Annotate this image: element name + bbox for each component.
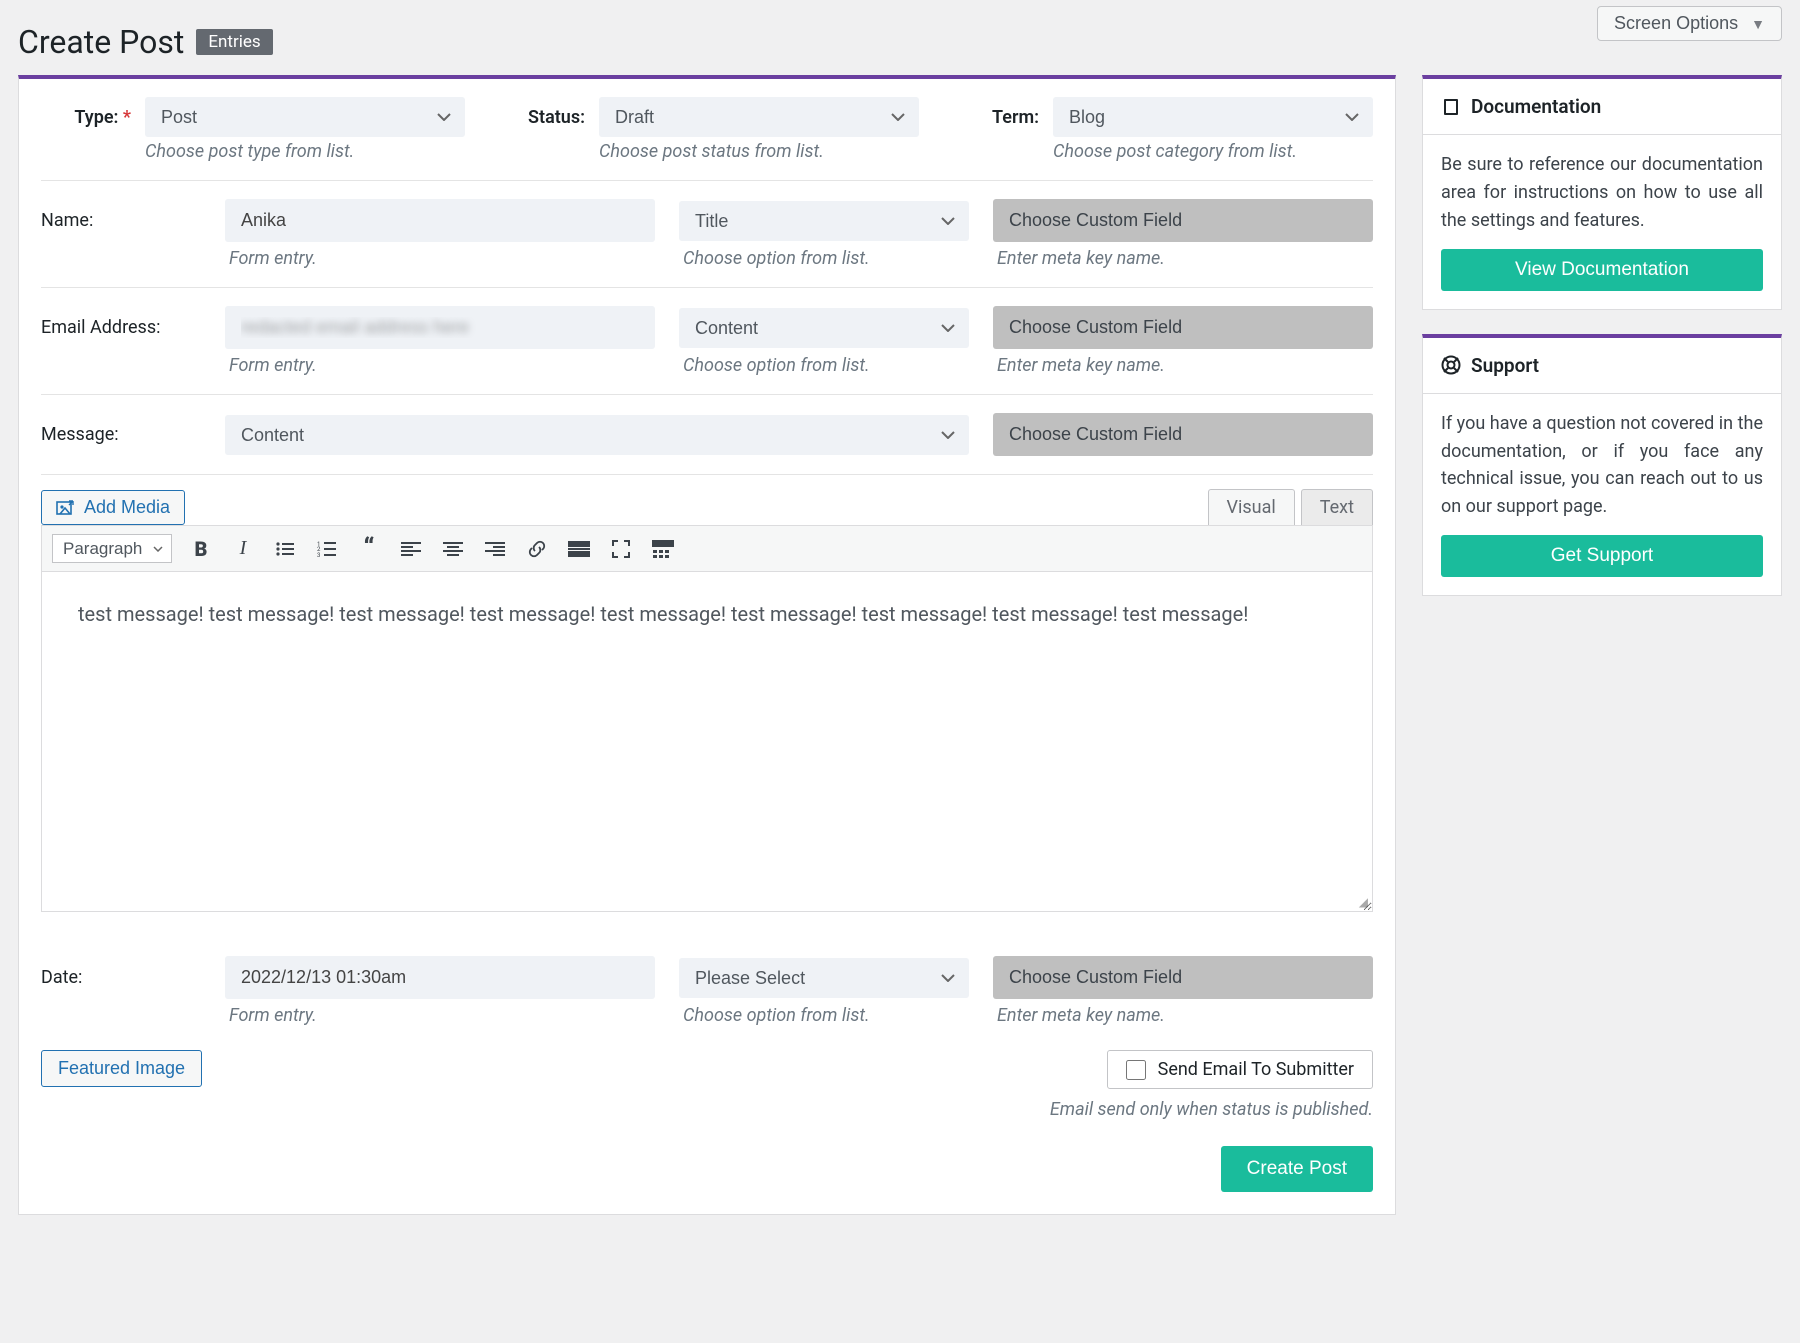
media-icon [56,499,76,517]
name-label: Name: [41,210,201,231]
entries-badge[interactable]: Entries [196,29,272,55]
type-label: Type: * [41,107,131,128]
term-hint: Choose post category from list. [949,141,1373,162]
book-icon [1441,97,1461,117]
date-hint-2: Choose option from list. [679,1005,969,1026]
name-hint-2: Choose option from list. [679,248,969,269]
term-label: Term: [949,107,1039,128]
view-documentation-button[interactable]: View Documentation [1441,249,1763,291]
documentation-panel: Documentation Be sure to reference our d… [1422,75,1782,310]
name-custom-field[interactable] [993,199,1373,242]
quote-icon[interactable]: “ [356,536,382,562]
align-left-icon[interactable] [398,536,424,562]
support-text: If you have a question not covered in th… [1441,410,1763,522]
chevron-down-icon: ▼ [1751,16,1765,32]
message-option-select[interactable]: Content [225,415,969,455]
bold-icon[interactable]: B [188,536,214,562]
align-right-icon[interactable] [482,536,508,562]
email-input[interactable] [225,306,655,349]
add-media-button[interactable]: Add Media [41,490,185,525]
screen-options-label: Screen Options [1614,13,1738,33]
resize-handle-icon[interactable]: ◢ [1359,895,1368,909]
date-option-select[interactable]: Please Select [679,958,969,998]
support-panel: Support If you have a question not cover… [1422,334,1782,597]
bullet-list-icon[interactable] [272,536,298,562]
message-custom-field[interactable] [993,413,1373,456]
tab-text[interactable]: Text [1301,489,1373,525]
editor-content[interactable]: test message! test message! test message… [41,572,1373,912]
name-input[interactable] [225,199,655,242]
italic-icon[interactable]: I [230,536,256,562]
date-hint-1: Form entry. [225,1005,655,1026]
featured-image-button[interactable]: Featured Image [41,1050,202,1087]
link-icon[interactable] [524,536,550,562]
date-label: Date: [41,967,201,988]
screen-options-button[interactable]: Screen Options ▼ [1597,6,1782,41]
send-email-checkbox[interactable]: Send Email To Submitter [1107,1050,1373,1089]
email-hint-3: Enter meta key name. [993,355,1373,376]
get-support-button[interactable]: Get Support [1441,535,1763,577]
toolbar-toggle-icon[interactable] [650,536,676,562]
status-select[interactable]: Draft [599,97,919,137]
svg-text:3: 3 [317,552,320,558]
fullscreen-icon[interactable] [608,536,634,562]
email-hint-2: Choose option from list. [679,355,969,376]
name-option-select[interactable]: Title [679,201,969,241]
documentation-text: Be sure to reference our documentation a… [1441,151,1763,235]
name-hint-1: Form entry. [225,248,655,269]
align-center-icon[interactable] [440,536,466,562]
main-panel: Type: * Post Status: Draft Term: Blog Ch… [18,75,1396,1215]
term-select[interactable]: Blog [1053,97,1373,137]
paragraph-select[interactable]: Paragraph [52,534,172,563]
message-label: Message: [41,424,201,445]
date-hint-3: Enter meta key name. [993,1005,1373,1026]
lifebuoy-icon [1441,355,1461,375]
email-option-select[interactable]: Content [679,308,969,348]
create-post-button[interactable]: Create Post [1221,1146,1373,1192]
editor-toolbar: Paragraph B I 123 “ [41,525,1373,572]
date-input[interactable] [225,956,655,999]
send-email-input[interactable] [1126,1060,1146,1080]
page-title: Create Post [18,23,184,61]
email-custom-field[interactable] [993,306,1373,349]
email-label: Email Address: [41,317,201,338]
status-hint: Choose post status from list. [495,141,919,162]
email-hint-1: Form entry. [225,355,655,376]
date-custom-field[interactable] [993,956,1373,999]
numbered-list-icon[interactable]: 123 [314,536,340,562]
tab-visual[interactable]: Visual [1208,489,1295,525]
status-label: Status: [495,107,585,128]
email-hint: Email send only when status is published… [1050,1099,1373,1120]
type-select[interactable]: Post [145,97,465,137]
readmore-icon[interactable] [566,536,592,562]
name-hint-3: Enter meta key name. [993,248,1373,269]
type-hint: Choose post type from list. [41,141,465,162]
